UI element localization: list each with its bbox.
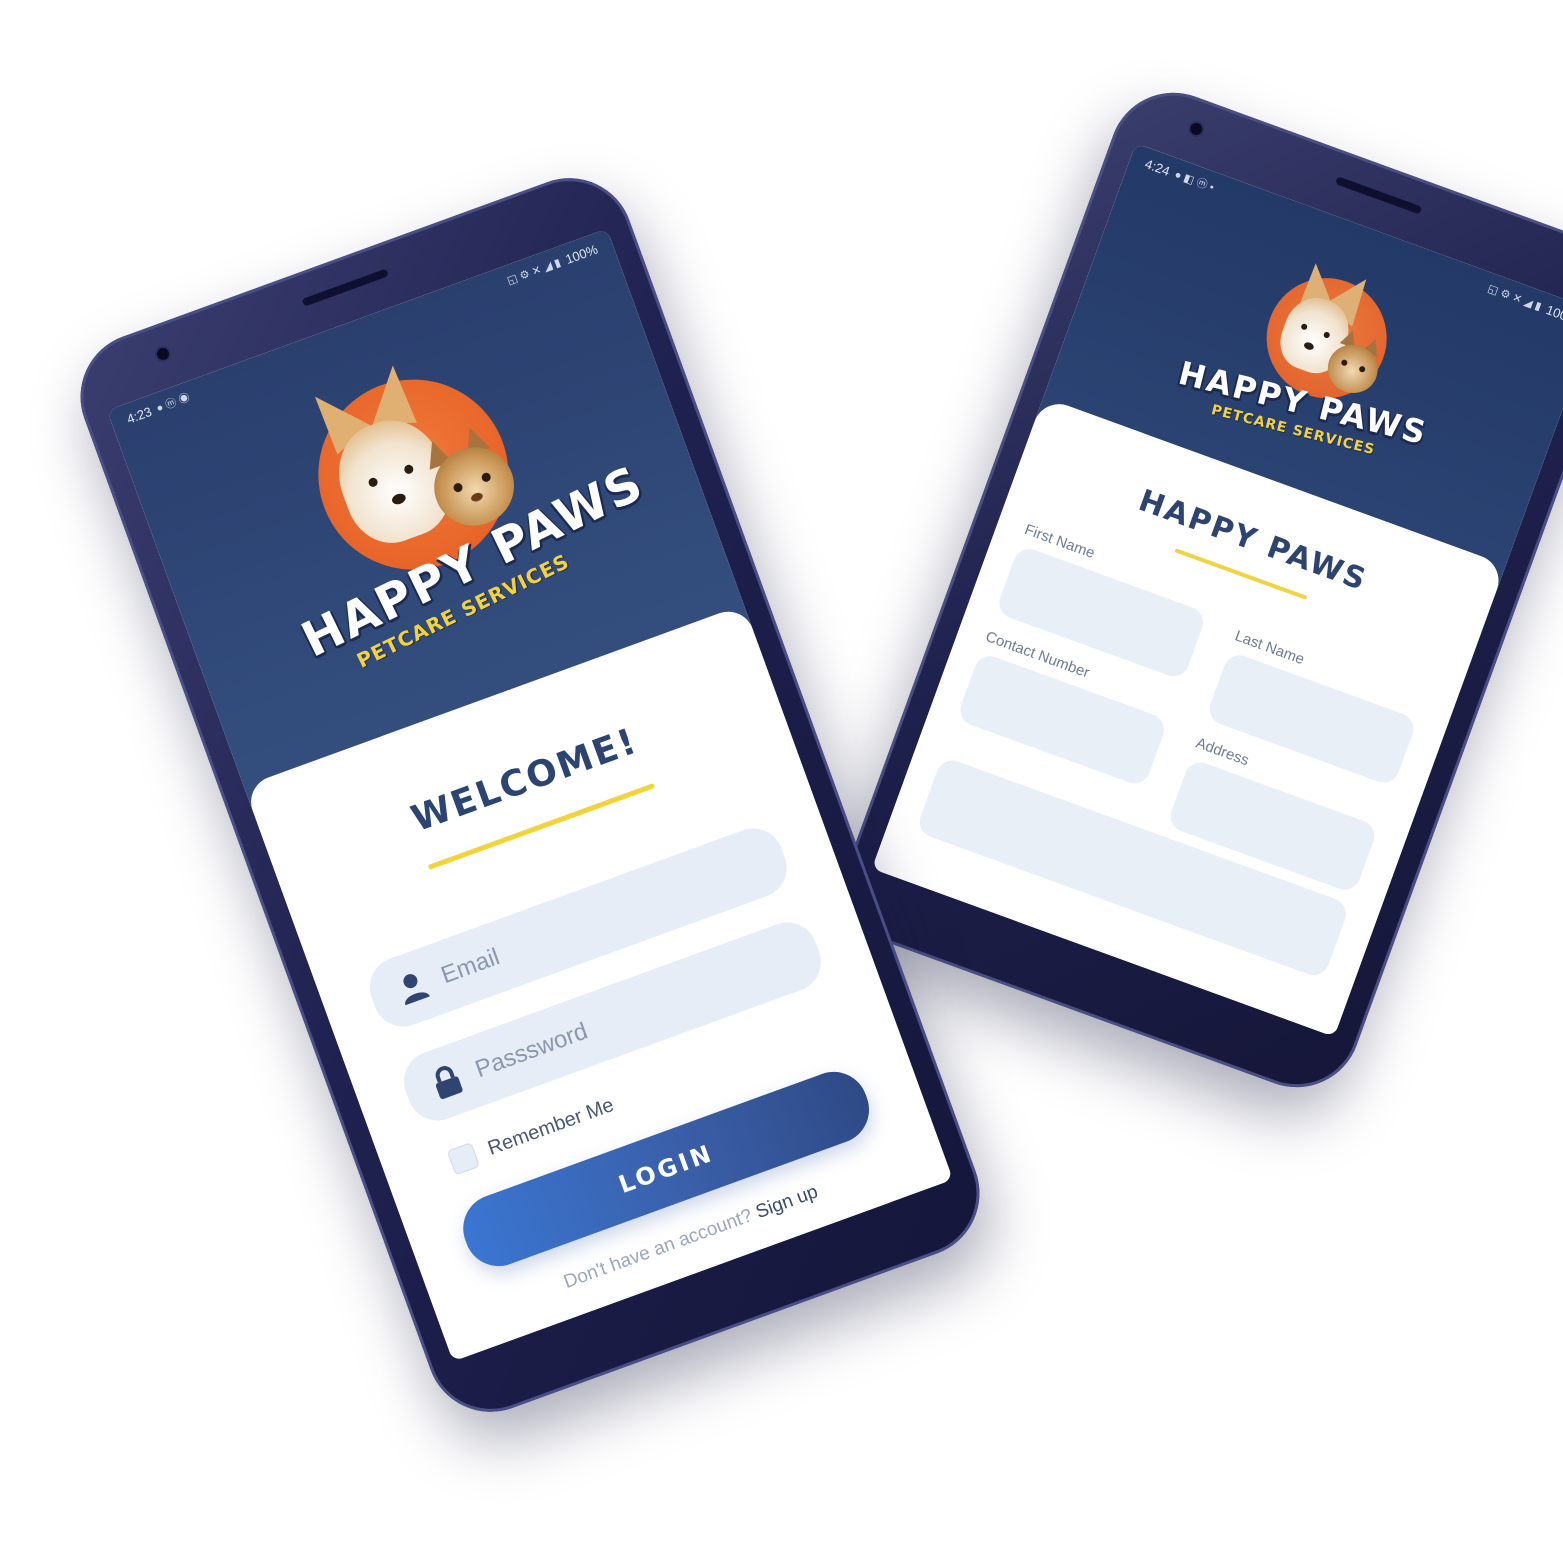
- dog-ear-right: [370, 364, 417, 425]
- notification-icon: ● ◧ ⓜ •: [1172, 168, 1216, 195]
- status-time: 4:24: [1143, 155, 1173, 179]
- user-icon: [393, 968, 433, 1007]
- product-mockup: 4:24 ● ◧ ⓜ • ◱ ⚙ ✕ ◢ ▮ 100% HAPPY PAWS P…: [0, 0, 1563, 1563]
- signal-icon: ◱ ⚙ ✕ ◢ ▮: [1486, 282, 1544, 313]
- remember-me-checkbox[interactable]: [446, 1142, 481, 1176]
- login-phone: 4:23 ● ⓜ ◉ ◱ ⚙ ✕ ◢ ▮ 100% HAPPY PAWS PET…: [62, 160, 998, 1430]
- signup-link[interactable]: Sign up: [753, 1181, 821, 1223]
- front-camera: [155, 346, 171, 362]
- battery-level: 100%: [1544, 301, 1563, 328]
- app-logo: HAPPY PAWS PETCARE SERVICES: [231, 331, 652, 677]
- lock-icon: [427, 1061, 467, 1102]
- signal-icon: ◱ ⚙ ✕ ◢ ▮: [505, 256, 563, 287]
- remember-me-label: Remember Me: [484, 1093, 617, 1160]
- status-time: 4:23: [124, 403, 154, 427]
- earpiece: [1334, 176, 1423, 215]
- signup-screen: 4:24 ● ◧ ⓜ • ◱ ⚙ ✕ ◢ ▮ 100% HAPPY PAWS P…: [871, 143, 1563, 1037]
- signup-phone: 4:24 ● ◧ ⓜ • ◱ ⚙ ✕ ◢ ▮ 100% HAPPY PAWS P…: [827, 74, 1563, 1106]
- notification-icon: ● ⓜ ◉: [154, 391, 192, 415]
- earpiece: [301, 268, 389, 307]
- front-camera: [1188, 121, 1205, 137]
- login-screen: 4:23 ● ⓜ ◉ ◱ ⚙ ✕ ◢ ▮ 100% HAPPY PAWS PET…: [106, 228, 954, 1362]
- battery-level: 100%: [563, 241, 600, 267]
